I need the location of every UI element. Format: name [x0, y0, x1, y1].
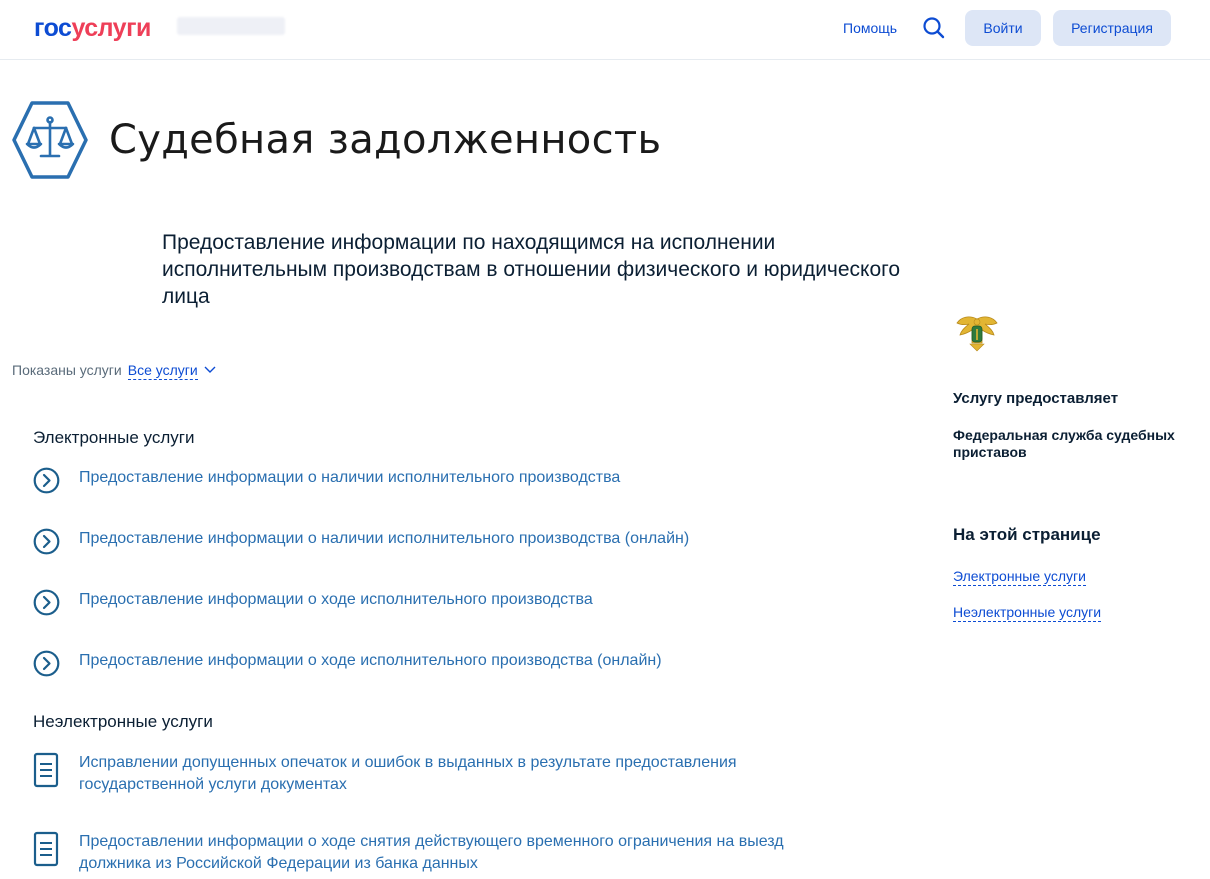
help-link[interactable]: Помощь [843, 19, 897, 37]
search-icon [923, 17, 945, 39]
logo-part-uslugi: услуги [71, 14, 151, 42]
electronic-service-link[interactable]: Предоставление информации о наличии испо… [79, 467, 620, 489]
on-page-link-nonelectronic[interactable]: Неэлектронные услуги [953, 603, 1102, 622]
filter-label: Показаны услуги [12, 362, 122, 378]
gosuslugi-logo[interactable]: госуслуги [34, 13, 151, 43]
provider-name: Федеральная служба судебных приставов [953, 427, 1175, 460]
region-selector[interactable] [177, 17, 285, 35]
nonelectronic-service-link[interactable]: Исправлении допущенных опечаток и ошибок… [79, 752, 853, 796]
nonelectronic-service-item[interactable]: Предоставлении информации о ходе снятия … [33, 831, 853, 875]
provider-label: Услугу предоставляет [953, 390, 1119, 407]
arrow-circle-icon [33, 528, 60, 555]
arrow-circle-icon [33, 650, 60, 677]
filter-dropdown[interactable]: Все услуги [127, 362, 198, 380]
electronic-service-item[interactable]: Предоставление информации о ходе исполни… [33, 650, 853, 677]
nonelectronic-service-link[interactable]: Предоставлении информации о ходе снятия … [79, 831, 853, 875]
login-button[interactable]: Войти [965, 10, 1041, 46]
court-scales-icon [12, 100, 88, 180]
chevron-down-icon[interactable] [204, 360, 216, 378]
electronic-service-item[interactable]: Предоставление информации о наличии испо… [33, 467, 853, 494]
electronic-service-link[interactable]: Предоставление информации о наличии испо… [79, 528, 689, 550]
page-subtitle: Предоставление информации по находящимся… [162, 231, 901, 308]
nonelectronic-service-item[interactable]: Исправлении допущенных опечаток и ошибок… [33, 752, 853, 796]
on-page-link-electronic[interactable]: Электронные услуги [953, 567, 1086, 586]
services-filter: Показаны услуги Все услуги [12, 360, 216, 380]
on-page-heading: На этой странице [953, 525, 1101, 544]
site-header: госуслуги Помощь Войти Регистрация [0, 0, 1210, 60]
search-button[interactable] [920, 14, 948, 42]
electronic-service-link[interactable]: Предоставление информации о ходе исполни… [79, 589, 593, 611]
arrow-circle-icon [33, 467, 60, 494]
arrow-circle-icon [33, 589, 60, 616]
logo-part-gos: гос [34, 14, 72, 42]
page-title: Судебная задолженность [109, 117, 662, 163]
document-icon [33, 752, 59, 788]
fssp-emblem-icon [955, 313, 999, 355]
electronic-service-item[interactable]: Предоставление информации о наличии испо… [33, 528, 853, 555]
electronic-service-item[interactable]: Предоставление информации о ходе исполни… [33, 589, 853, 616]
nonelectronic-services-heading: Неэлектронные услуги [33, 712, 213, 731]
register-button[interactable]: Регистрация [1053, 10, 1171, 46]
electronic-service-link[interactable]: Предоставление информации о ходе исполни… [79, 650, 662, 672]
document-icon [33, 831, 59, 867]
electronic-services-heading: Электронные услуги [33, 428, 195, 447]
